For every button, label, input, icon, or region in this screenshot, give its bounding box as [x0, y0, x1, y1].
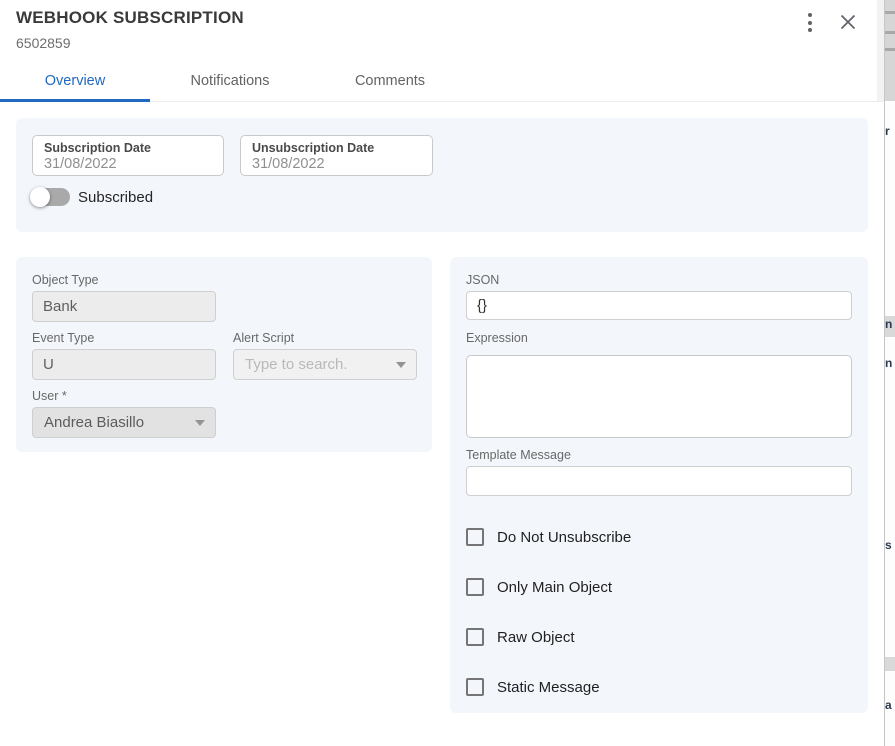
message-panel: JSON Expression Template Message Do Not …	[450, 257, 868, 713]
subscription-date-label: Subscription Date	[44, 141, 223, 155]
chevron-down-icon	[396, 362, 406, 368]
subscription-date-input[interactable]: Subscription Date 31/08/2022	[32, 135, 224, 176]
background-text-fragment: a	[885, 698, 895, 712]
raw-object-label: Raw Object	[497, 629, 575, 646]
json-input[interactable]	[466, 291, 852, 320]
subscription-date-value: 31/08/2022	[44, 156, 223, 172]
background-line	[885, 11, 895, 14]
toggle-thumb	[30, 187, 50, 207]
object-panel: Object Type Event Type Alert Script Type…	[16, 257, 432, 452]
raw-object-checkbox[interactable]	[466, 628, 484, 646]
user-dropdown[interactable]: Andrea Biasillo	[32, 407, 216, 438]
unsubscription-date-value: 31/08/2022	[252, 156, 432, 172]
kebab-dot	[808, 13, 812, 17]
background-scrollbar	[885, 0, 895, 101]
background-line	[885, 31, 895, 34]
static-message-checkbox[interactable]	[466, 678, 484, 696]
close-icon[interactable]	[838, 12, 858, 32]
checkbox-row: Raw Object	[466, 628, 575, 646]
background-page-edge: r n n s a	[885, 0, 895, 746]
expression-label: Expression	[466, 331, 528, 345]
kebab-dot	[808, 21, 812, 25]
tab-notifications[interactable]: Notifications	[150, 61, 310, 101]
template-message-label: Template Message	[466, 448, 571, 462]
only-main-object-label: Only Main Object	[497, 579, 612, 596]
json-label: JSON	[466, 273, 499, 287]
page-title: WEBHOOK SUBSCRIPTION	[16, 8, 244, 28]
unsubscription-date-label: Unsubscription Date	[252, 141, 432, 155]
kebab-dot	[808, 28, 812, 32]
expression-textarea[interactable]	[466, 355, 852, 438]
event-type-label: Event Type	[32, 331, 94, 345]
user-label: User *	[32, 389, 67, 403]
alert-script-placeholder: Type to search.	[245, 356, 348, 373]
background-text-fragment: n	[885, 356, 895, 370]
object-type-input[interactable]	[32, 291, 216, 322]
webhook-subscription-dialog: WEBHOOK SUBSCRIPTION 6502859 Overview No…	[0, 0, 884, 746]
checkbox-row: Only Main Object	[466, 578, 612, 596]
tab-bar: Overview Notifications Comments	[0, 61, 884, 102]
static-message-label: Static Message	[497, 679, 600, 696]
subscribed-toggle[interactable]	[32, 188, 70, 206]
kebab-menu-icon[interactable]	[802, 13, 818, 32]
checkbox-row: Do Not Unsubscribe	[466, 528, 631, 546]
alert-script-label: Alert Script	[233, 331, 294, 345]
subscribed-toggle-label: Subscribed	[78, 189, 153, 206]
event-type-input[interactable]	[32, 349, 216, 380]
subscription-panel: Subscription Date 31/08/2022 Unsubscript…	[16, 118, 868, 232]
chevron-down-icon	[195, 420, 205, 426]
do-not-unsubscribe-checkbox[interactable]	[466, 528, 484, 546]
checkbox-row: Static Message	[466, 678, 600, 696]
user-value: Andrea Biasillo	[44, 414, 144, 431]
object-type-label: Object Type	[32, 273, 98, 287]
background-text-fragment: s	[885, 538, 895, 552]
only-main-object-checkbox[interactable]	[466, 578, 484, 596]
record-id: 6502859	[16, 35, 71, 51]
background-text-fragment: r	[885, 124, 895, 138]
background-band	[885, 657, 895, 671]
background-line	[885, 48, 895, 51]
tab-comments[interactable]: Comments	[310, 61, 470, 101]
unsubscription-date-input[interactable]: Unsubscription Date 31/08/2022	[240, 135, 433, 176]
alert-script-dropdown[interactable]: Type to search.	[233, 349, 417, 380]
background-text-fragment: n	[885, 317, 895, 331]
do-not-unsubscribe-label: Do Not Unsubscribe	[497, 529, 631, 546]
template-message-input[interactable]	[466, 466, 852, 496]
tab-overview[interactable]: Overview	[0, 61, 150, 101]
